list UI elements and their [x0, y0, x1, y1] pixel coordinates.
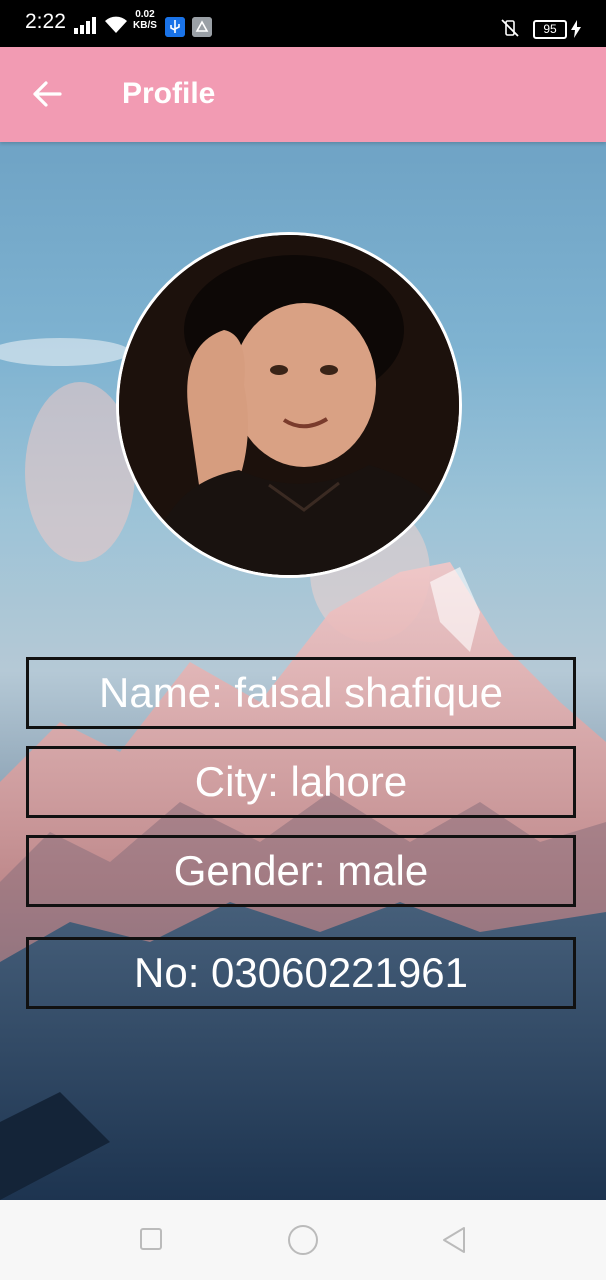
profile-city-field: City: lahore — [26, 746, 576, 818]
profile-content: Name: faisal shafique City: lahore Gende… — [0, 142, 606, 1200]
status-bar: 2:22 0.02 KB/S 95 — [0, 0, 606, 47]
status-time: 2:22 — [25, 10, 66, 33]
signal-icon — [74, 16, 96, 34]
back-triangle-icon[interactable] — [440, 1225, 470, 1255]
vibrate-mute-icon — [501, 19, 519, 37]
network-speed-value: 0.02 — [135, 9, 155, 20]
profile-name-field: Name: faisal shafique — [26, 657, 576, 729]
profile-photo — [119, 235, 459, 575]
network-speed-unit: KB/S — [133, 20, 157, 31]
wifi-icon — [105, 16, 127, 33]
usb-icon — [165, 17, 185, 37]
home-circle-icon[interactable] — [288, 1225, 318, 1255]
navigation-bar — [0, 1200, 606, 1280]
recents-square-icon[interactable] — [140, 1228, 162, 1250]
network-speed: 0.02 KB/S — [133, 9, 157, 31]
app-bar: Profile — [0, 47, 606, 142]
drive-icon — [192, 17, 212, 37]
arrow-left-icon[interactable] — [30, 77, 64, 111]
charging-icon — [571, 20, 581, 38]
page-title: Profile — [122, 77, 216, 110]
avatar — [116, 232, 462, 578]
profile-gender-field: Gender: male — [26, 835, 576, 907]
profile-number-field: No: 03060221961 — [26, 937, 576, 1009]
battery-icon: 95 — [533, 20, 567, 39]
